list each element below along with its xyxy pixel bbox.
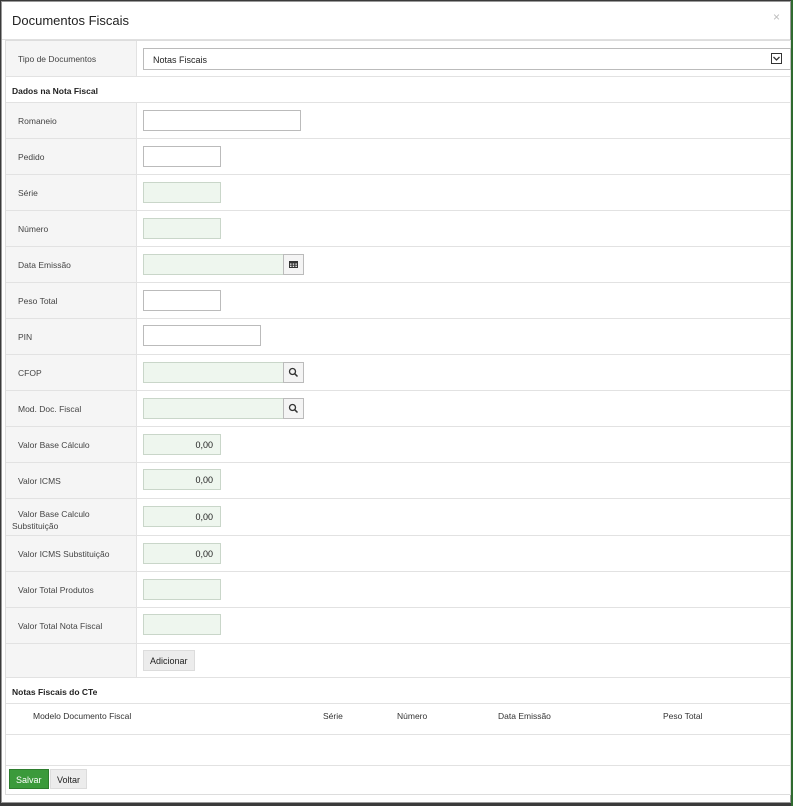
valor-total-produtos-input[interactable]	[143, 579, 221, 600]
section-title-dados: Dados na Nota Fiscal	[12, 86, 98, 96]
column-header: Peso Total	[663, 711, 703, 721]
search-icon[interactable]	[283, 362, 304, 383]
label-cell: Mod. Doc. Fiscal	[6, 391, 137, 426]
valor-base-subst-label: Valor Base Calculo Substituição	[12, 509, 90, 531]
valor-total-nota-label: Valor Total Nota Fiscal	[18, 621, 103, 631]
mod-doc-input[interactable]	[143, 398, 284, 419]
calendar-icon[interactable]	[283, 254, 304, 275]
pin-input[interactable]	[143, 325, 261, 346]
row-valor-total-nota: Valor Total Nota Fiscal	[6, 608, 790, 644]
pedido-label: Pedido	[18, 152, 45, 162]
row-romaneio: Romaneio	[6, 103, 790, 139]
label-cell: Valor Total Produtos	[6, 572, 137, 607]
dialog-header: Documentos Fiscais ×	[2, 2, 790, 40]
column-header: Série	[323, 711, 343, 721]
column-header: Data Emissão	[498, 711, 551, 721]
label-cell: Data Emissão	[6, 247, 137, 282]
valor-icms-input[interactable]: 0,00	[143, 469, 221, 490]
label-cell: Tipo de Documentos	[6, 41, 137, 76]
pin-label: PIN	[18, 332, 33, 342]
valor-total-nota-input[interactable]	[143, 614, 221, 635]
data-emissao-input[interactable]	[143, 254, 284, 275]
label-cell: Pedido	[6, 139, 137, 174]
column-header: Modelo Documento Fiscal	[33, 711, 132, 721]
notas-table-header: Modelo Documento Fiscal Série Número Dat…	[6, 704, 790, 735]
data-emissao-label: Data Emissão	[18, 260, 71, 270]
label-cell: Romaneio	[6, 103, 137, 138]
label-cell: Valor ICMS Substituição	[6, 536, 137, 571]
column-header: Número	[397, 711, 428, 721]
row-serie: Série	[6, 175, 790, 211]
valor-icms-subst-label: Valor ICMS Substituição	[18, 549, 110, 559]
tipo-documentos-select[interactable]: Notas Fiscais	[143, 48, 791, 70]
romaneio-label: Romaneio	[18, 116, 57, 126]
label-cell: Número	[6, 211, 137, 246]
row-valor-base-calculo: Valor Base Cálculo 0,00	[6, 427, 790, 463]
search-icon[interactable]	[283, 398, 304, 419]
valor-base-calculo-input[interactable]: 0,00	[143, 434, 221, 455]
numero-input[interactable]	[143, 218, 221, 239]
row-valor-total-produtos: Valor Total Produtos	[6, 572, 790, 608]
label-cell: Peso Total	[6, 283, 137, 318]
label-cell: Valor Total Nota Fiscal	[6, 608, 137, 643]
valor-total-produtos-label: Valor Total Produtos	[18, 585, 94, 595]
label-cell: CFOP	[6, 355, 137, 390]
documentos-fiscais-dialog: Documentos Fiscais × Tipo de Documentos …	[1, 1, 791, 803]
dialog-footer: Salvar Voltar	[6, 766, 790, 794]
row-valor-icms: Valor ICMS 0,00	[6, 463, 790, 499]
tipo-documentos-value: Notas Fiscais	[153, 55, 208, 65]
row-mod-doc-fiscal: Mod. Doc. Fiscal	[6, 391, 790, 427]
close-icon[interactable]: ×	[773, 10, 780, 24]
serie-label: Série	[18, 188, 38, 198]
cfop-input[interactable]	[143, 362, 284, 383]
label-cell: PIN	[6, 319, 137, 354]
salvar-button[interactable]: Salvar	[9, 769, 49, 789]
peso-total-input[interactable]	[143, 290, 221, 311]
valor-base-calculo-label: Valor Base Cálculo	[18, 440, 90, 450]
notas-table-body	[6, 735, 790, 766]
row-valor-icms-subst: Valor ICMS Substituição 0,00	[6, 536, 790, 572]
row-cfop: CFOP	[6, 355, 790, 391]
numero-label: Número	[18, 224, 49, 234]
row-adicionar: Adicionar	[6, 644, 790, 678]
label-cell: Valor Base Cálculo	[6, 427, 137, 462]
section-dados-nota-fiscal: Dados na Nota Fiscal	[6, 77, 790, 103]
peso-total-label: Peso Total	[18, 296, 58, 306]
section-title-notas: Notas Fiscais do CTe	[12, 687, 98, 697]
row-tipo-documentos: Tipo de Documentos Notas Fiscais	[6, 41, 791, 77]
label-cell: Valor Base Calculo Substituição	[6, 499, 137, 535]
pedido-input[interactable]	[143, 146, 221, 167]
chevron-down-icon[interactable]	[771, 53, 782, 64]
row-data-emissao: Data Emissão	[6, 247, 790, 283]
voltar-button[interactable]: Voltar	[50, 769, 88, 789]
form-area: Tipo de Documentos Notas Fiscais Dados n…	[5, 40, 791, 795]
tipo-documentos-label: Tipo de Documentos	[18, 54, 97, 64]
row-numero: Número	[6, 211, 790, 247]
label-cell	[6, 644, 137, 677]
dialog-title: Documentos Fiscais	[12, 13, 130, 28]
valor-base-subst-input[interactable]: 0,00	[143, 506, 221, 527]
label-cell: Valor ICMS	[6, 463, 137, 498]
label-cell: Série	[6, 175, 137, 210]
row-pin: PIN	[6, 319, 790, 355]
row-peso-total: Peso Total	[6, 283, 790, 319]
section-notas-fiscais-cte: Notas Fiscais do CTe	[6, 678, 790, 704]
cfop-label: CFOP	[18, 368, 42, 378]
adicionar-button[interactable]: Adicionar	[143, 650, 195, 671]
romaneio-input[interactable]	[143, 110, 301, 131]
valor-icms-label: Valor ICMS	[18, 476, 61, 486]
serie-input[interactable]	[143, 182, 221, 203]
row-valor-base-subst: Valor Base Calculo Substituição 0,00	[6, 499, 790, 536]
mod-doc-label: Mod. Doc. Fiscal	[18, 404, 82, 414]
valor-icms-subst-input[interactable]: 0,00	[143, 543, 221, 564]
row-pedido: Pedido	[6, 139, 790, 175]
